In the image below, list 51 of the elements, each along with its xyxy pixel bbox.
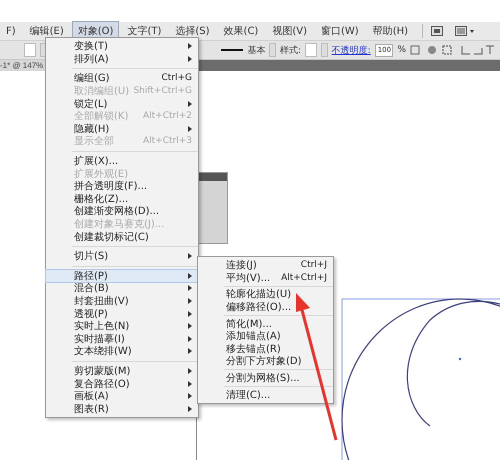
style-label: 样式: [280, 44, 301, 56]
menu-title[interactable]: F) [0, 22, 22, 40]
dropdown-button[interactable] [269, 43, 276, 57]
fill-swatch[interactable] [24, 43, 36, 57]
menu-title[interactable]: 文字(T) [121, 21, 168, 41]
percent-label: % [397, 45, 406, 55]
menu-title[interactable]: 视图(V) [266, 21, 313, 41]
menu-item[interactable]: 创建渐变网格(D)... [46, 205, 198, 218]
stroke-style-label: 基本 [247, 44, 266, 56]
menu-item[interactable]: 画板(A) [46, 390, 198, 402]
menu-title[interactable]: 效果(C) [218, 21, 264, 41]
menu-item[interactable]: 透视(P) [46, 307, 198, 320]
menu-item[interactable]: 实时描摹(I) [46, 332, 198, 346]
menu-item[interactable]: 分割下方对象(D) [198, 355, 333, 368]
menu-item[interactable]: 封套扭曲(V) [46, 294, 198, 308]
menu-item[interactable]: 实时上色(N) [46, 320, 198, 332]
menu-title[interactable]: 编辑(E) [24, 21, 70, 41]
menu-item[interactable]: 图表(R) [46, 402, 198, 416]
menu-item[interactable]: 隐藏(H) [46, 122, 198, 136]
stroke-profile-line[interactable] [220, 49, 244, 51]
menu-item[interactable]: 轮廓化描边(U) [198, 288, 333, 301]
menu-item[interactable]: 扩展(X)... [46, 154, 198, 168]
menu-item[interactable]: 偏移路径(O)... [198, 300, 333, 314]
menu-item[interactable]: 切片(S) [46, 250, 198, 262]
menu-item[interactable]: 清理(C)... [198, 388, 333, 401]
menu-item[interactable]: 平均(V)... Alt+Ctrl+J [198, 272, 333, 284]
menu-item[interactable]: 简化(M)... [198, 317, 333, 330]
menu-item[interactable]: 连接(J) Ctrl+J [198, 259, 333, 272]
menu-item[interactable]: 混合(B) [46, 282, 198, 295]
opacity-link[interactable]: 不透明度: [332, 44, 371, 56]
menu-item[interactable]: 排列(A) [46, 52, 198, 66]
menu-item[interactable]: 添加锚点(A) [198, 330, 333, 343]
menu-item[interactable]: 分割为网格(S)... [198, 372, 333, 384]
arrange-documents-icon[interactable] [455, 26, 476, 36]
dropdown-button[interactable] [321, 43, 328, 57]
menu-title[interactable]: 选择(S) [169, 21, 216, 41]
menu-item[interactable]: 路径(P) [46, 270, 198, 282]
menu-item[interactable]: 移去锚点(R) [198, 342, 333, 356]
menu-title[interactable]: 窗口(W) [315, 21, 365, 41]
menu-item[interactable]: 锁定(L) [46, 97, 198, 110]
menu-item[interactable]: 剪切蒙版(M) [46, 364, 198, 378]
menu-item[interactable]: 栅格化(Z)... [46, 192, 198, 206]
menu-item[interactable]: 创建裁切标记(C) [46, 230, 198, 243]
menu-item[interactable]: 变换(T) [46, 40, 198, 53]
menu-item[interactable]: 复合路径(O) [46, 377, 198, 390]
menu-item[interactable]: 文本绕排(W) [46, 345, 198, 358]
style-swatch[interactable] [304, 43, 318, 57]
menu-item[interactable]: 编组(G) Ctrl+G [46, 72, 198, 85]
menu-title[interactable]: 帮助(H) [366, 21, 414, 41]
bridge-icon[interactable] [431, 26, 444, 36]
menu-item[interactable]: 拼合透明度(F)... [46, 180, 198, 193]
